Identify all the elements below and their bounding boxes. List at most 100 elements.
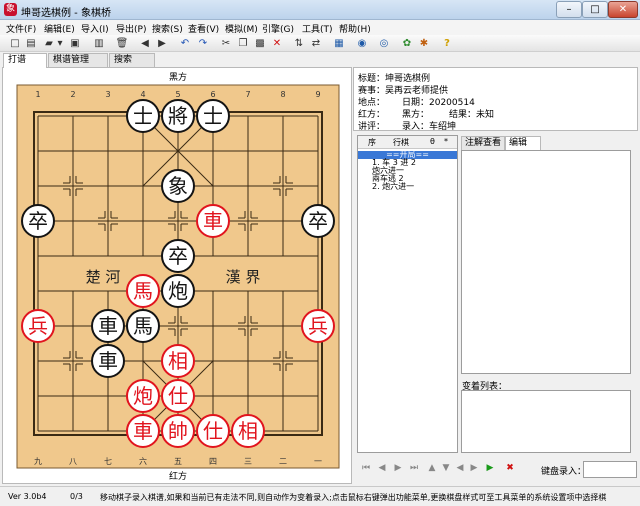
svg-text:馬: 馬 <box>133 279 153 303</box>
toolbar-open-dropdown[interactable]: ▾ <box>55 37 65 50</box>
toolbar-copy[interactable]: ❐ <box>236 37 250 50</box>
toolbar-open[interactable]: ▰ <box>42 37 56 50</box>
toolbar-settings[interactable]: ✱ <box>417 37 431 50</box>
black-piece[interactable]: 馬 <box>126 309 160 343</box>
move-right-button[interactable]: ▶ <box>469 463 479 474</box>
toolbar-undo[interactable]: ↶ <box>178 37 192 50</box>
tab-search[interactable]: 搜索 <box>109 53 155 67</box>
status-version: Ver 3.0b4 <box>8 492 47 501</box>
menu-export[interactable]: 导出(P) <box>116 22 146 35</box>
black-piece[interactable]: 卒 <box>21 204 55 238</box>
minimize-button[interactable]: – <box>556 1 582 18</box>
move-list[interactable]: 序 行棋 θ * ==开局== 1. 车 3 进 2 炮六进一 兩车逃 2 2.… <box>357 135 458 453</box>
file-number-bottom: 一 <box>314 457 322 466</box>
svg-text:兵: 兵 <box>308 314 328 338</box>
toolbar-save-db[interactable]: ▤ <box>24 37 38 50</box>
black-piece[interactable]: 卒 <box>301 204 335 238</box>
back-icon: ◀ <box>141 38 149 49</box>
close-button[interactable]: ✕ <box>608 1 638 18</box>
next-move-button[interactable]: ▶ <box>393 463 403 474</box>
last-move-button[interactable]: ⏭ <box>409 463 419 474</box>
menu-import[interactable]: 导入(I) <box>81 22 109 35</box>
red-piece[interactable]: 車 <box>126 414 160 448</box>
svg-text:帥: 帥 <box>168 419 188 443</box>
move-row[interactable]: 2. 炮六进一 <box>372 183 414 191</box>
prev-move-button[interactable]: ◀ <box>377 463 387 474</box>
red-piece[interactable]: 相 <box>161 344 195 378</box>
svg-text:卒: 卒 <box>168 244 188 268</box>
variation-list[interactable] <box>461 390 631 453</box>
toolbar-save[interactable]: ▣ <box>68 37 82 50</box>
menu-edit[interactable]: 编辑(E) <box>44 22 75 35</box>
move-down-button[interactable]: ▼ <box>441 463 451 474</box>
file-number-bottom: 九 <box>34 457 42 466</box>
first-move-button[interactable]: ⏮ <box>361 463 371 474</box>
file-number-bottom: 四 <box>209 457 217 466</box>
toolbar-flip-horizontal[interactable]: ⇄ <box>309 37 323 50</box>
toolbar-new-file[interactable]: □ <box>8 37 22 50</box>
tab-dapu[interactable]: 打谱 <box>3 53 47 68</box>
maximize-button[interactable]: □ <box>582 1 608 18</box>
black-piece[interactable]: 將 <box>161 99 195 133</box>
file-number-top: 3 <box>105 90 110 99</box>
record-icon: ◉ <box>357 38 367 49</box>
red-piece[interactable]: 帥 <box>161 414 195 448</box>
black-piece[interactable]: 車 <box>91 344 125 378</box>
toolbar-trash[interactable]: 🗑 <box>115 37 129 50</box>
red-piece[interactable]: 馬 <box>126 274 160 308</box>
toolbar-back[interactable]: ◀ <box>138 37 152 50</box>
menu-help[interactable]: 帮助(H) <box>339 22 371 35</box>
black-piece[interactable]: 士 <box>126 99 160 133</box>
down-icon: ▼ <box>442 463 450 473</box>
menu-view[interactable]: 查看(V) <box>188 22 219 35</box>
toolbar-redo[interactable]: ↷ <box>196 37 210 50</box>
red-piece[interactable]: 炮 <box>126 379 160 413</box>
menu-tools[interactable]: 工具(T) <box>302 22 333 35</box>
stop-button[interactable]: ✖ <box>505 463 515 474</box>
keyboard-input-field[interactable] <box>583 461 637 478</box>
toolbar-forward[interactable]: ▶ <box>155 37 169 50</box>
move-left-button[interactable]: ◀ <box>455 463 465 474</box>
file-number-top: 5 <box>175 90 180 99</box>
cut-icon: ✂ <box>221 38 231 49</box>
menu-search[interactable]: 搜索(S) <box>152 22 183 35</box>
keyboard-input-label: 键盘录入： <box>541 467 587 477</box>
toolbar-engine[interactable]: ◎ <box>377 37 391 50</box>
black-piece[interactable]: 士 <box>196 99 230 133</box>
comment-textarea[interactable] <box>461 150 631 374</box>
tab-record-management[interactable]: 棋谱管理 <box>48 53 108 67</box>
toolbar-delete-doc[interactable]: ▥ <box>92 37 106 50</box>
red-piece[interactable]: 兵 <box>301 309 335 343</box>
red-piece[interactable]: 兵 <box>21 309 55 343</box>
save-db-icon: ▤ <box>26 38 36 49</box>
toolbar-paste[interactable]: ▩ <box>253 37 267 50</box>
black-piece[interactable]: 炮 <box>161 274 195 308</box>
toolbar-flip-vertical[interactable]: ⇅ <box>292 37 306 50</box>
red-piece[interactable]: 仕 <box>161 379 195 413</box>
menu-engine[interactable]: 引擎(G) <box>262 22 294 35</box>
play-button[interactable]: ▶ <box>485 463 495 474</box>
red-piece[interactable]: 車 <box>196 204 230 238</box>
svg-text:將: 將 <box>168 104 188 128</box>
toolbar-board-view[interactable]: ▦ <box>332 37 346 50</box>
chessboard[interactable]: 黑方 红方 楚 河 漢 界 1 2 3 4 5 6 7 8 9九八七六五四三二一 士將士象卒車卒… <box>3 68 353 485</box>
toolbar-record[interactable]: ◉ <box>355 37 369 50</box>
left-icon: ◀ <box>456 463 464 473</box>
black-piece[interactable]: 卒 <box>161 239 195 273</box>
tab-annotation-view[interactable]: 注解查看 <box>461 136 505 150</box>
menu-simulate[interactable]: 模拟(M) <box>225 22 258 35</box>
toolbar-delete[interactable]: ✕ <box>270 37 284 50</box>
black-piece[interactable]: 象 <box>161 169 195 203</box>
menu-bar: 文件(F) 编辑(E) 导入(I) 导出(P) 搜索(S) 查看(V) 模拟(M… <box>0 20 640 35</box>
flip-horizontal-icon: ⇄ <box>311 38 321 49</box>
red-piece[interactable]: 仕 <box>196 414 230 448</box>
toolbar-help[interactable]: ? <box>440 37 454 50</box>
toolbar-cut[interactable]: ✂ <box>219 37 233 50</box>
move-up-button[interactable]: ▲ <box>427 463 437 474</box>
tab-edit[interactable]: 编辑 <box>505 136 541 150</box>
toolbar-analyze[interactable]: ✿ <box>400 37 414 50</box>
file-number-top: 2 <box>70 90 75 99</box>
red-piece[interactable]: 相 <box>231 414 265 448</box>
black-piece[interactable]: 車 <box>91 309 125 343</box>
menu-file[interactable]: 文件(F) <box>6 22 36 35</box>
